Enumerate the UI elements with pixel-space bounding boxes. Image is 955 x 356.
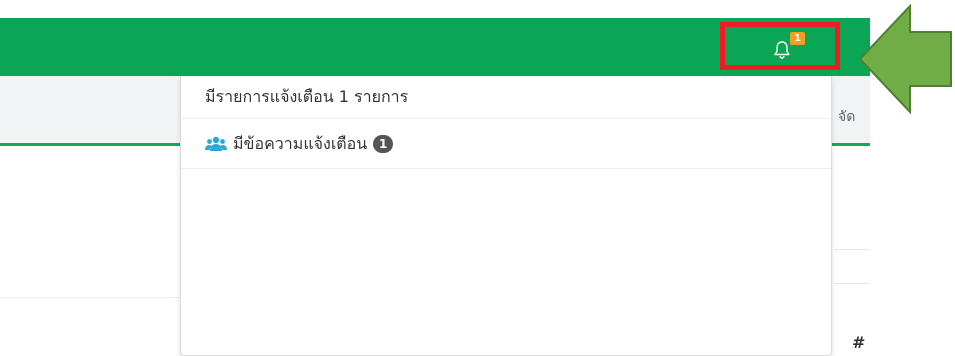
notification-count-badge: 1 — [790, 32, 805, 45]
table-header-hash: # — [852, 333, 866, 352]
divider-line — [835, 283, 870, 284]
subbar-menu-text[interactable]: จัด — [838, 106, 855, 128]
dropdown-header: มีรายการแจ้งเตือน 1 รายการ — [181, 76, 831, 119]
annotation-arrow — [858, 4, 952, 114]
notification-dropdown: มีรายการแจ้งเตือน 1 รายการ มีข้อความแจ้ง… — [180, 76, 832, 356]
users-icon — [205, 136, 227, 151]
notification-item[interactable]: มีข้อความแจ้งเตือน 1 — [181, 119, 831, 169]
bell-icon — [774, 41, 790, 59]
divider-line — [835, 249, 870, 250]
notification-item-label: มีข้อความแจ้งเตือน — [233, 134, 368, 153]
divider-line — [0, 297, 180, 298]
screen: จัด # 1 มีรายการแจ้งเตือน 1 รายการ มีข้อ… — [0, 0, 955, 356]
notification-bell-button[interactable]: 1 — [720, 22, 840, 70]
notification-item-badge: 1 — [373, 135, 394, 153]
